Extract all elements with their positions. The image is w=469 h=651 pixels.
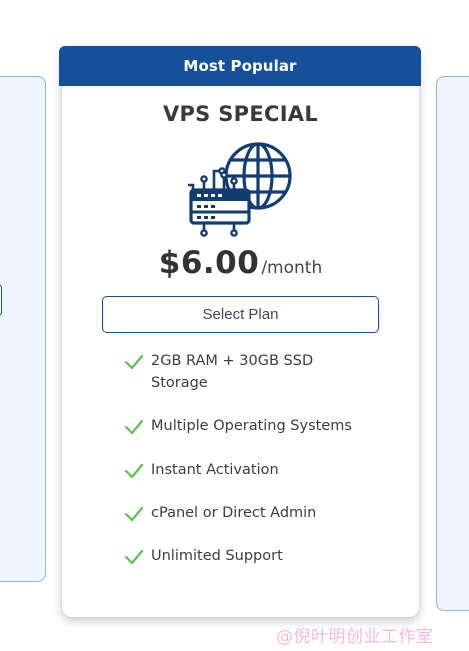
adjacent-select-button-edge[interactable] <box>0 284 2 316</box>
feature-item: Multiple Operating Systems <box>124 415 384 437</box>
check-icon <box>124 506 144 522</box>
pricing-section: Most Popular VPS SPECIAL $6.00 /month Se… <box>0 0 469 651</box>
price-amount: $6.00 <box>158 245 260 281</box>
feature-item: cPanel or Direct Admin <box>124 502 384 524</box>
adjacent-plan-card-right <box>436 76 469 611</box>
badge-label: Most Popular <box>183 57 297 75</box>
price: $6.00/month <box>62 245 419 281</box>
check-icon <box>124 463 144 479</box>
feature-text: Instant Activation <box>151 462 279 478</box>
select-plan-button[interactable]: Select Plan <box>102 296 379 333</box>
feature-item: Instant Activation <box>124 459 384 481</box>
server-globe-icon <box>188 142 292 237</box>
feature-text: Unlimited Support <box>151 548 283 564</box>
feature-text: cPanel or Direct Admin <box>151 505 317 521</box>
plan-name: VPS SPECIAL <box>162 102 319 126</box>
feature-text: Multiple Operating Systems <box>151 418 352 434</box>
check-icon <box>124 354 144 370</box>
feature-item: 2GB RAM + 30GB SSD Storage <box>124 350 384 394</box>
feature-item: Unlimited Support <box>124 545 384 567</box>
most-popular-badge: Most Popular <box>59 46 421 86</box>
price-period: /month <box>261 258 323 278</box>
watermark: @倪叶明创业工作室 <box>276 627 434 647</box>
feature-text: 2GB RAM + 30GB SSD Storage <box>151 353 314 391</box>
check-icon <box>124 549 144 565</box>
adjacent-plan-card-left <box>0 76 46 582</box>
check-icon <box>124 419 144 435</box>
